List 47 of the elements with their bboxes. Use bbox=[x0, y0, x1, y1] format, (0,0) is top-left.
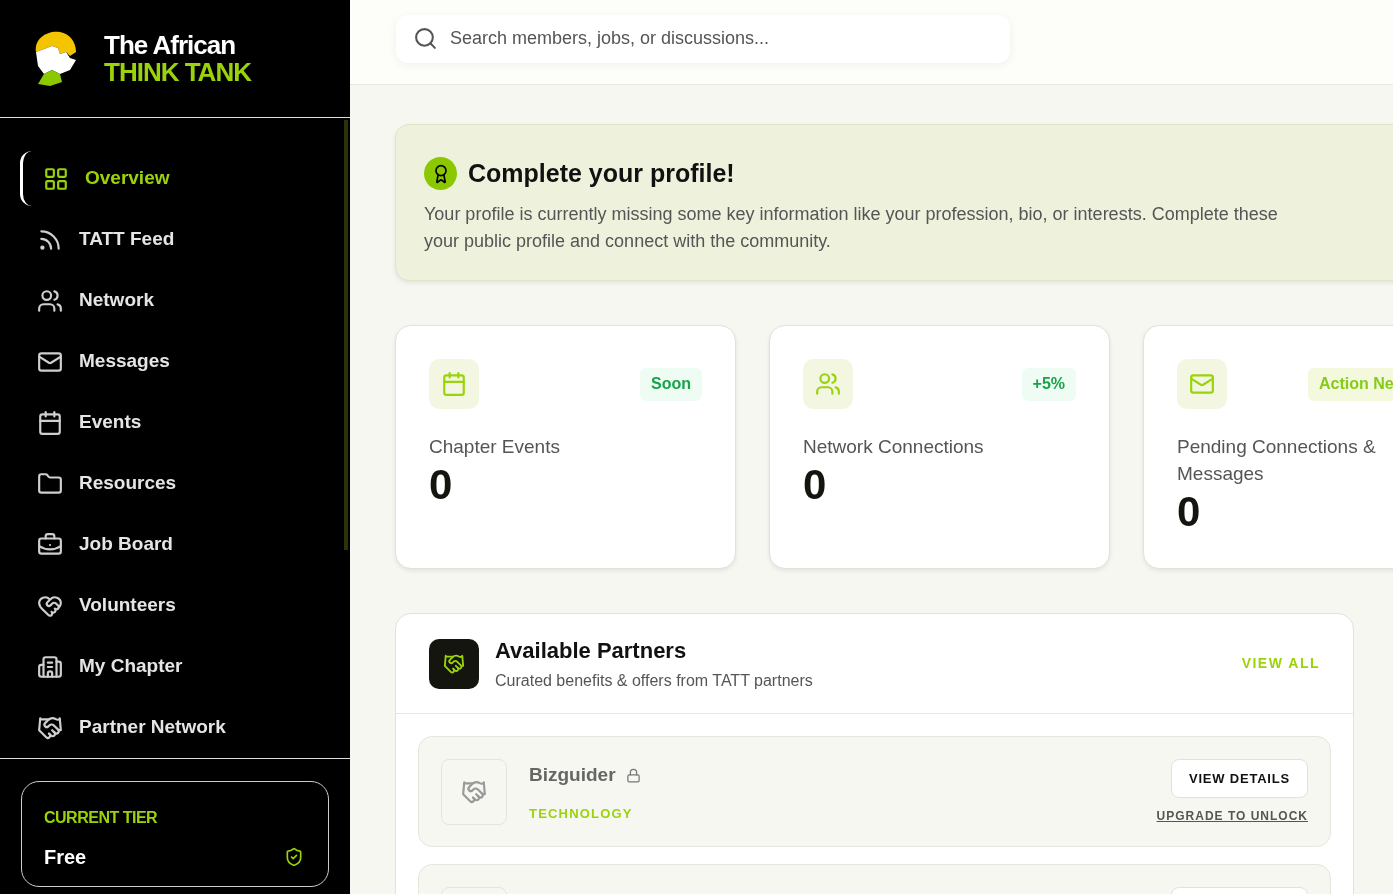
handshake-icon bbox=[461, 779, 487, 805]
upgrade-link[interactable]: UPGRADE TO UNLOCK bbox=[1156, 807, 1308, 825]
calendar-icon bbox=[441, 371, 467, 397]
users-icon bbox=[815, 371, 841, 397]
scrollbar[interactable] bbox=[344, 120, 348, 550]
alert-description: Your profile is currently missing some key information like your profession, bio, or interests. Complete these your public profile and connect with the community. bbox=[424, 202, 1279, 253]
shield-check-icon bbox=[284, 847, 304, 867]
building-icon bbox=[37, 653, 63, 680]
handshake-icon bbox=[37, 714, 63, 741]
partner-name: Bizguider bbox=[529, 763, 616, 787]
nav-item[interactable]: TATT Feed bbox=[20, 212, 320, 267]
stat-label: Chapter Events bbox=[429, 435, 561, 459]
brand-tagline: THINK TANK bbox=[104, 58, 251, 86]
stat-value: 0 bbox=[1177, 487, 1202, 537]
tier-value: Free bbox=[44, 845, 87, 870]
users-icon bbox=[37, 287, 63, 314]
tier-label: CURRENT TIER bbox=[44, 808, 159, 828]
nav-item[interactable]: Messages bbox=[20, 334, 320, 389]
nav-item[interactable]: Volunteers bbox=[20, 578, 320, 633]
nav-item[interactable]: Events bbox=[20, 395, 320, 450]
nav-item[interactable]: Partner Network bbox=[20, 700, 320, 755]
nav-item[interactable]: Job Board bbox=[20, 517, 320, 572]
grid-icon bbox=[43, 165, 69, 192]
nav-item[interactable]: Network bbox=[20, 273, 320, 328]
nav-item[interactable]: Overview bbox=[20, 151, 320, 206]
stat-value: 0 bbox=[803, 460, 828, 510]
nav-item[interactable]: Resources bbox=[20, 456, 320, 511]
status-badge: +5% bbox=[1021, 367, 1076, 401]
calendar-icon bbox=[37, 409, 63, 436]
search-field[interactable]: Search members, jobs, or discussions... bbox=[396, 14, 1010, 63]
search-icon bbox=[413, 25, 438, 51]
status-badge: Soon bbox=[640, 367, 702, 401]
briefcase-icon bbox=[37, 531, 63, 558]
panel-subtitle: Curated benefits & offers from TATT partners bbox=[495, 671, 813, 691]
status-badge: Action Ne bbox=[1308, 367, 1393, 401]
stat-value: 0 bbox=[429, 460, 454, 510]
brand-name: The African bbox=[104, 31, 237, 59]
handshake-icon bbox=[443, 652, 465, 675]
folder-icon bbox=[37, 470, 63, 497]
stat-label: Network Connections bbox=[803, 435, 985, 459]
view-details-button[interactable]: VIEW DETAILS bbox=[1170, 759, 1308, 798]
panel-title: Available Partners bbox=[495, 637, 688, 665]
alert-title: Complete your profile! bbox=[468, 158, 735, 189]
partner-category: TECHNOLOGY bbox=[529, 804, 634, 823]
mail-icon bbox=[1189, 371, 1215, 397]
nav-item[interactable]: My Chapter bbox=[20, 639, 320, 694]
stat-label: Pending Connections & Messages bbox=[1177, 435, 1377, 486]
